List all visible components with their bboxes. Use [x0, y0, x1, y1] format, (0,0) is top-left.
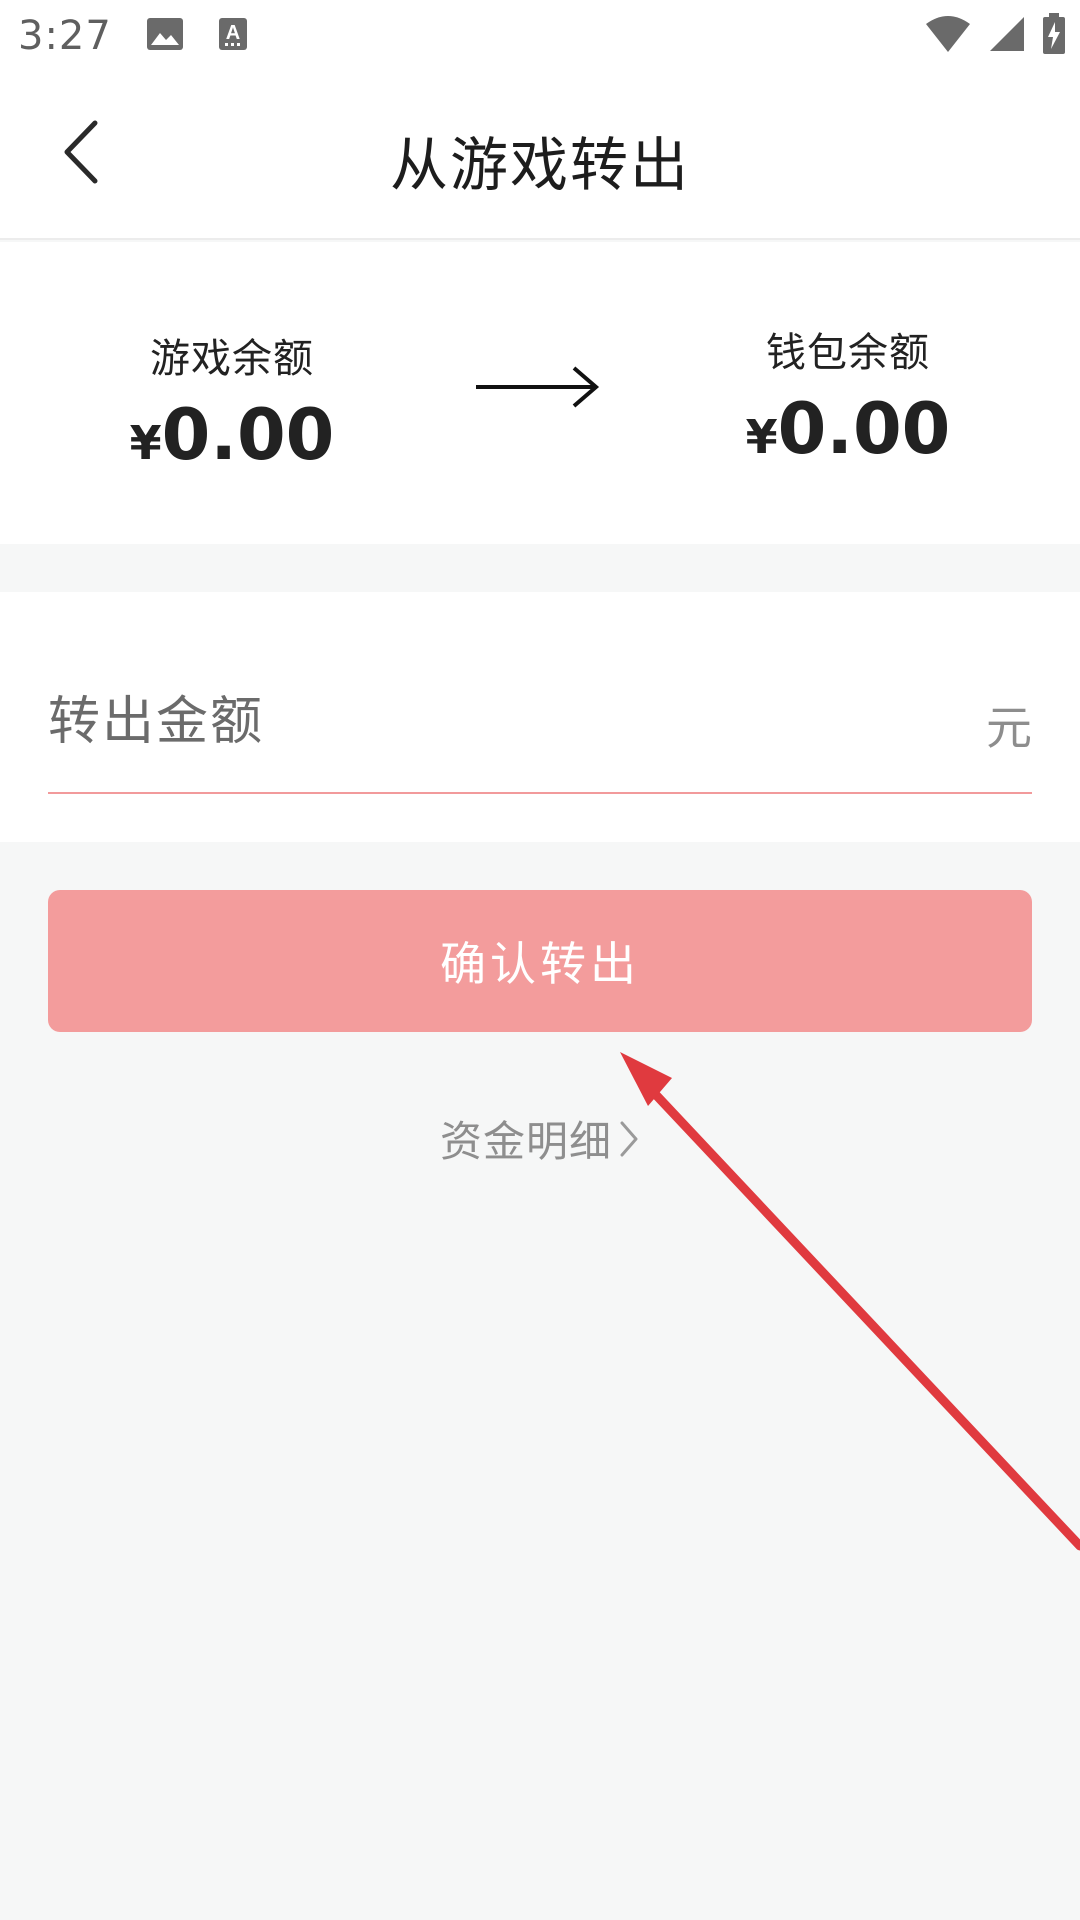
wallet-balance-value: ¥0.00	[698, 388, 998, 470]
chevron-right-icon	[620, 1121, 638, 1156]
notification-icons: A	[146, 17, 248, 55]
game-balance-label: 游戏余额	[150, 336, 314, 382]
amount-underline	[48, 792, 1032, 794]
amount-input[interactable]	[48, 678, 928, 766]
status-bar: 3:27 A	[0, 0, 1080, 72]
game-balance-value: ¥0.00	[82, 394, 382, 476]
wallet-balance-currency: ¥	[745, 410, 778, 464]
confirm-transfer-button[interactable]: 确认转出	[48, 890, 1032, 1032]
image-icon	[146, 17, 184, 55]
amount-card: 元	[0, 592, 1080, 842]
wallet-balance-amount: 0.00	[777, 388, 951, 470]
fund-details-label: 资金明细	[439, 1117, 612, 1166]
text-a-icon: A	[218, 17, 248, 55]
game-balance: 游戏余额 ¥0.00	[82, 326, 382, 476]
status-time: 3:27	[18, 13, 112, 59]
battery-charging-icon	[1042, 13, 1066, 59]
fund-details-link[interactable]: 资金明细	[0, 1108, 1080, 1169]
arrow-right-icon	[476, 366, 600, 408]
title-bar: 从游戏转出	[0, 72, 1080, 240]
page-title: 从游戏转出	[389, 131, 690, 199]
wifi-icon	[924, 14, 972, 58]
balance-card: 游戏余额 ¥0.00 钱包余额 ¥0.00	[0, 242, 1080, 544]
system-icons	[924, 13, 1066, 59]
wallet-balance: 钱包余额 ¥0.00	[698, 320, 998, 470]
game-balance-amount: 0.00	[161, 394, 335, 476]
svg-text:A: A	[226, 22, 240, 44]
game-balance-currency: ¥	[129, 416, 162, 470]
screen: 3:27 A 从游戏转出 游戏余额 ¥0.00 钱包余额 ¥0.00 转出金额 …	[0, 0, 1080, 1920]
amount-unit: 元	[986, 701, 1032, 755]
wallet-balance-label: 钱包余额	[766, 330, 930, 376]
signal-icon	[988, 15, 1026, 57]
